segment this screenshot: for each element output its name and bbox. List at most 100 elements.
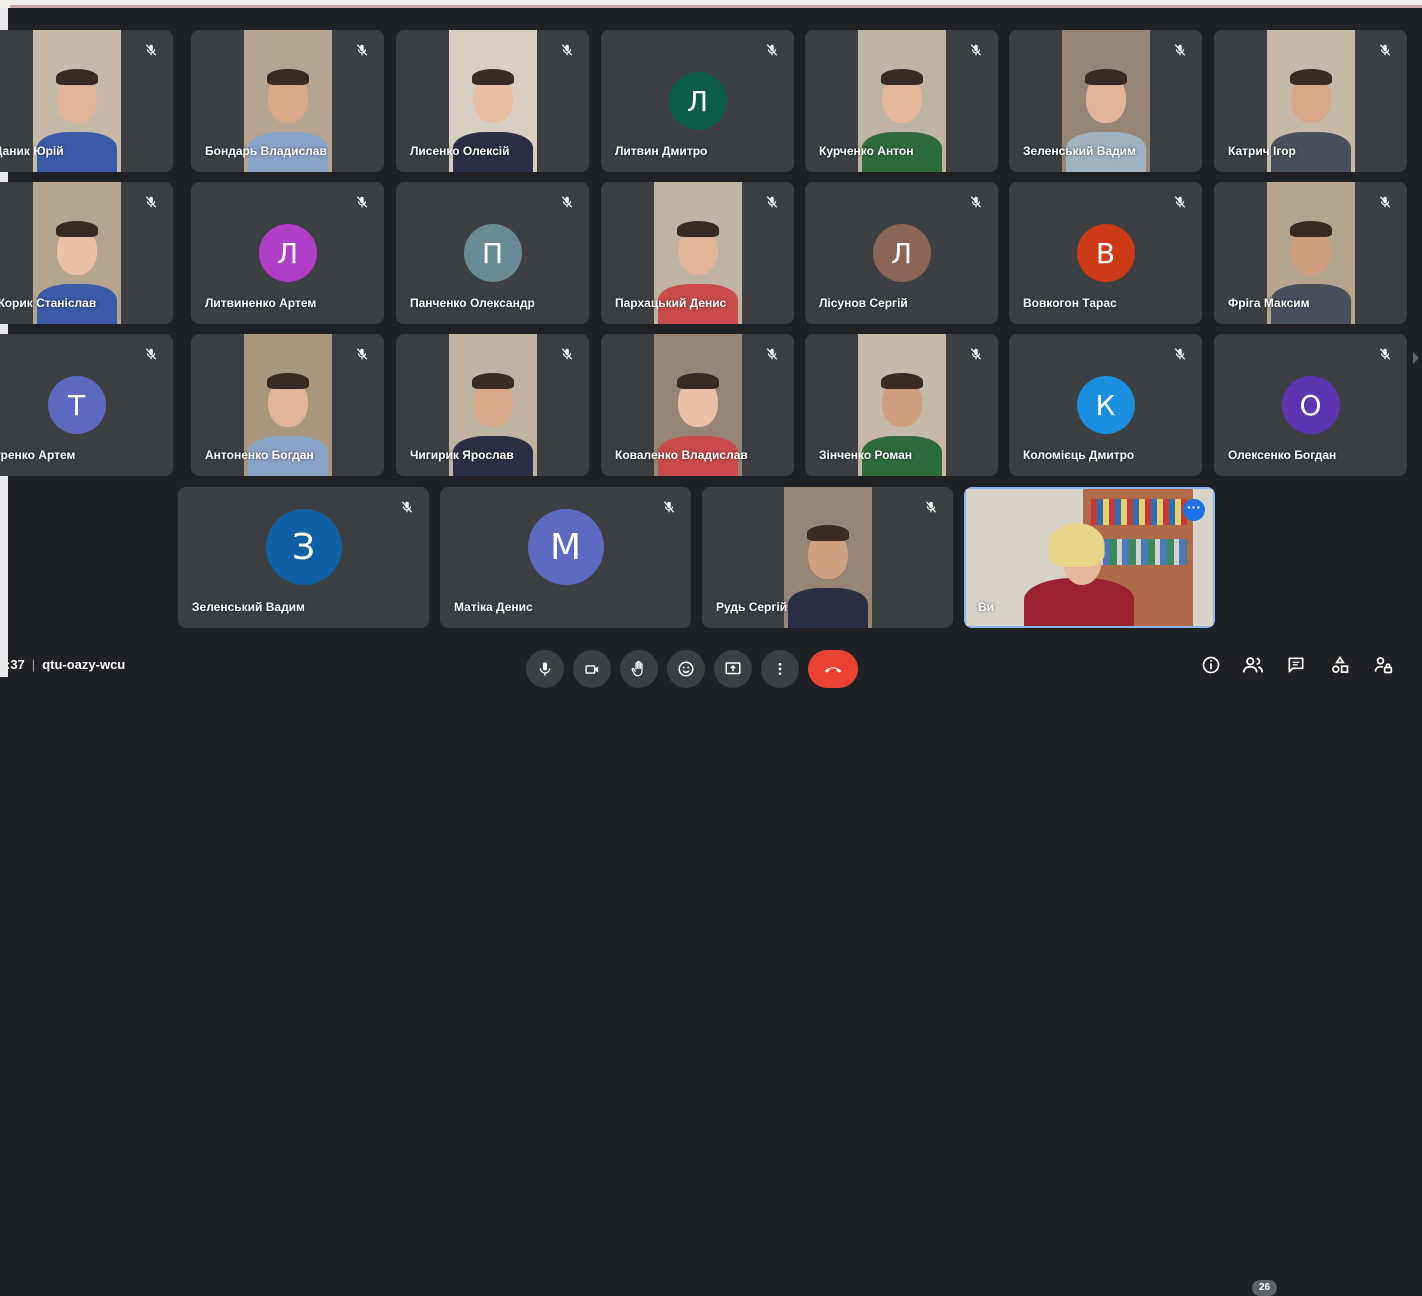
mic-off-icon xyxy=(1170,344,1190,364)
more-options-icon[interactable]: ··· xyxy=(1183,499,1205,521)
participant-video-hair xyxy=(1084,69,1127,85)
more-options-button[interactable] xyxy=(761,650,799,688)
participant-name: Чигирик Ярослав xyxy=(410,448,514,462)
participant-name: Антоненко Богдан xyxy=(205,448,314,462)
people-icon xyxy=(1242,657,1264,673)
participant-name: Фріга Максим xyxy=(1228,296,1310,310)
mic-off-icon xyxy=(1170,192,1190,212)
mic-off-icon xyxy=(966,40,986,60)
participant-tile[interactable]: К Коломієць Дмитро xyxy=(1009,334,1202,476)
participant-video-hair xyxy=(471,373,514,389)
mic-off-icon xyxy=(141,40,161,60)
participant-tile[interactable]: Чигирик Ярослав xyxy=(396,334,589,476)
participant-tile[interactable]: Турeнко Артем xyxy=(0,334,173,476)
participant-tile[interactable]: Л Литвин Дмитро xyxy=(601,30,794,172)
participant-video-hair xyxy=(471,69,514,85)
participant-avatar: П xyxy=(463,224,522,282)
participant-video-hair xyxy=(1289,221,1332,237)
raise-hand-button[interactable] xyxy=(620,650,658,688)
participant-name: Зеленський Вадим xyxy=(1023,144,1136,158)
info-icon xyxy=(1202,656,1220,674)
meeting-time: :37 xyxy=(6,657,25,672)
participant-tile[interactable]: П Панченко Олександр xyxy=(396,182,589,324)
participant-video-hair xyxy=(55,221,98,237)
participant-tile[interactable]: Антоненко Богдан xyxy=(191,334,384,476)
emoji-button[interactable] xyxy=(667,650,705,688)
mic-off-icon xyxy=(1170,40,1190,60)
participant-name: Бондарь Владислав xyxy=(205,144,327,158)
participant-avatar: Л xyxy=(872,224,931,282)
participant-tile[interactable]: ··· Ви xyxy=(964,487,1215,628)
mic-off-icon xyxy=(352,344,372,364)
participant-video-hair xyxy=(1289,69,1332,85)
host-controls-button[interactable] xyxy=(1370,652,1396,678)
self-hair xyxy=(1048,523,1105,567)
participant-tile[interactable]: Курченко Антон xyxy=(805,30,998,172)
mic-off-icon xyxy=(352,40,372,60)
present-button[interactable] xyxy=(714,650,752,688)
participant-video-hair xyxy=(266,69,309,85)
participant-tile[interactable]: З Зеленський Вадим xyxy=(178,487,429,628)
participant-name: Олексенко Богдан xyxy=(1228,448,1337,462)
camera-button[interactable] xyxy=(573,650,611,688)
participant-name: Катрич Ігор xyxy=(1228,144,1296,158)
participant-avatar: Л xyxy=(258,224,317,282)
mic-off-icon xyxy=(141,192,161,212)
participant-tile[interactable]: Лисенко Олексій xyxy=(396,30,589,172)
chat-button[interactable] xyxy=(1283,652,1309,678)
participant-tile[interactable]: Катрич Ігор xyxy=(1214,30,1407,172)
next-page-arrow-icon[interactable] xyxy=(1413,352,1419,364)
participant-avatar: М xyxy=(527,509,604,585)
end-call-button[interactable] xyxy=(808,650,858,688)
mic-off-icon xyxy=(1375,40,1395,60)
microphone-button[interactable] xyxy=(526,650,564,688)
participant-video-hair xyxy=(806,525,849,541)
participant-tile[interactable]: О Олексенко Богдан xyxy=(1214,334,1407,476)
participant-video-body xyxy=(787,588,868,628)
participant-count-badge: 26 xyxy=(1252,1280,1277,1296)
self-video xyxy=(966,489,1213,626)
participant-video-hair xyxy=(55,69,98,85)
participant-name: Литвиненко Артем xyxy=(205,296,317,310)
participant-tile[interactable]: Зінченко Роман xyxy=(805,334,998,476)
participant-tile[interactable]: Рудь Сергій xyxy=(702,487,953,628)
participant-tile[interactable]: Пархацький Денис xyxy=(601,182,794,324)
participant-tile[interactable]: Л Лісунов Сергій xyxy=(805,182,998,324)
meeting-info-button[interactable] xyxy=(1198,652,1224,678)
mic-off-icon xyxy=(397,497,417,517)
activities-shapes-icon xyxy=(1332,655,1349,673)
bookshelf-books xyxy=(1091,499,1187,525)
participant-video-hair xyxy=(676,221,719,237)
participant-tile[interactable]: Зеленський Вадим xyxy=(1009,30,1202,172)
raise-hand-icon xyxy=(631,660,643,677)
people-button[interactable] xyxy=(1240,652,1266,678)
participant-name: Вовкогон Тарас xyxy=(1023,296,1117,310)
participant-name: Коваленко Владислав xyxy=(615,448,748,462)
participant-name: Коломієць Дмитро xyxy=(1023,448,1135,462)
participant-video-hair xyxy=(880,69,923,85)
participant-name: Лісунов Сергій xyxy=(819,296,908,310)
participant-tile[interactable]: М Матіка Денис xyxy=(440,487,691,628)
participant-name: Лисенко Олексій xyxy=(410,144,510,158)
mic-off-icon xyxy=(659,497,679,517)
participant-tile[interactable]: В Вовкогон Тарас xyxy=(1009,182,1202,324)
participant-tile[interactable]: Жорик Станіслав xyxy=(0,182,173,324)
participant-tile[interactable]: Л Литвиненко Артем xyxy=(191,182,384,324)
participant-tile[interactable]: Фріга Максим xyxy=(1214,182,1407,324)
participant-avatar: З xyxy=(265,509,342,585)
more-vertical-icon xyxy=(778,663,782,675)
participant-avatar: Т xyxy=(47,376,106,434)
mic-off-icon xyxy=(557,40,577,60)
participant-avatar: К xyxy=(1076,376,1135,434)
participant-video-hair xyxy=(676,373,719,389)
activities-button[interactable] xyxy=(1327,652,1353,678)
participant-tile[interactable]: Даник Юрій xyxy=(0,30,173,172)
participant-name: Зінченко Роман xyxy=(819,448,913,462)
emoji-icon xyxy=(678,661,694,677)
mic-off-icon xyxy=(762,192,782,212)
present-screen-icon xyxy=(725,662,741,675)
meeting-code: qtu-oazy-wcu xyxy=(42,657,126,672)
participant-tile[interactable]: Коваленко Владислав xyxy=(601,334,794,476)
participant-tile[interactable]: Бондарь Владислав xyxy=(191,30,384,172)
mic-off-icon xyxy=(966,192,986,212)
